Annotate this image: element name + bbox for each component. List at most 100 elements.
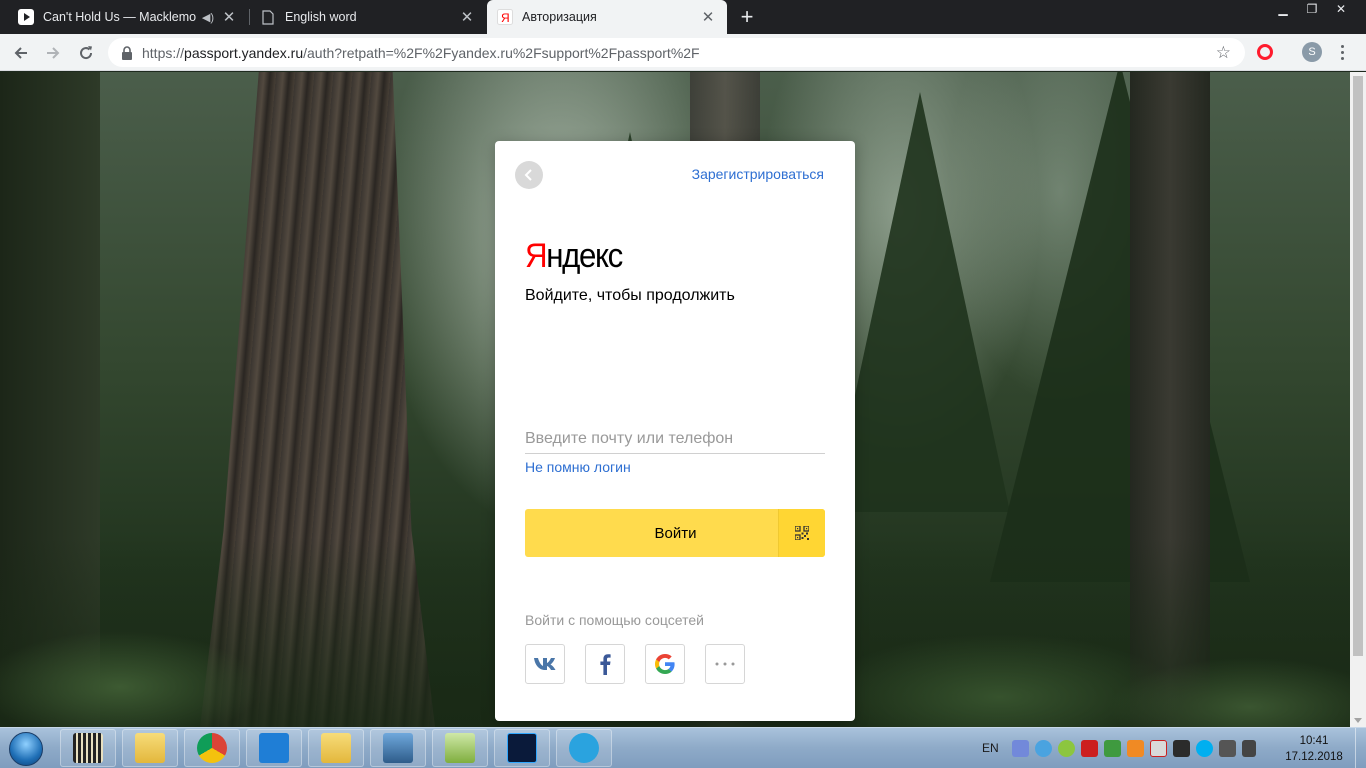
lock-icon — [122, 45, 132, 60]
profile-avatar[interactable]: S — [1302, 42, 1322, 62]
clock-time: 10:41 — [1299, 735, 1329, 747]
more-social-button[interactable] — [705, 644, 745, 684]
tab-title: Can't Hold Us — Macklemore — [43, 10, 196, 24]
scrollbar-thumb[interactable] — [1353, 76, 1363, 656]
social-login-row — [525, 644, 745, 684]
taskbar-app[interactable] — [60, 729, 116, 767]
close-icon[interactable]: ✕ — [699, 8, 717, 26]
speaker-icon[interactable]: ◀) — [202, 11, 214, 24]
tab-title: English word — [285, 10, 357, 24]
taskbar-app[interactable] — [308, 729, 364, 767]
facebook-login-button[interactable] — [585, 644, 625, 684]
close-icon[interactable]: ✕ — [458, 8, 476, 26]
page-subtitle: Войдите, чтобы продолжить — [525, 287, 735, 304]
vk-icon — [534, 658, 556, 670]
image-viewer-icon — [383, 733, 413, 763]
start-button[interactable] — [4, 729, 48, 768]
folder-icon — [135, 733, 165, 763]
monitor-icon[interactable] — [1173, 739, 1190, 757]
battery-icon[interactable] — [1219, 739, 1236, 757]
svg-text:Я: Я — [501, 11, 510, 25]
google-login-button[interactable] — [645, 644, 685, 684]
background-tree — [830, 92, 1010, 512]
social-login-title: Войти с помощью соцсетей — [525, 612, 704, 628]
windows-logo-icon — [9, 732, 43, 766]
facebook-icon — [600, 654, 611, 675]
tab-authorization[interactable]: Я Авторизация ✕ — [487, 0, 727, 34]
taskbar-app[interactable] — [432, 729, 488, 767]
show-desktop-button[interactable] — [1355, 728, 1366, 768]
yandex-logo: Яндекс — [525, 237, 623, 276]
background-tree — [990, 72, 1250, 582]
opera-extension-icon[interactable] — [1257, 44, 1273, 60]
chevron-left-icon — [524, 169, 532, 181]
system-tray — [1012, 728, 1256, 768]
windows-taskbar: EN 10:41 17.12.2018 — [0, 727, 1366, 768]
close-icon[interactable]: ✕ — [220, 8, 238, 26]
browser-tab-strip: Can't Hold Us — Macklemore ◀) ✕ English … — [0, 0, 1366, 34]
reload-button[interactable] — [73, 40, 99, 66]
tab-english-word[interactable]: English word ✕ — [250, 0, 486, 34]
photoshop-icon — [507, 733, 537, 763]
chrome-icon — [197, 733, 227, 763]
login-card: Зарегистрироваться Яндекс Войдите, чтобы… — [495, 141, 855, 721]
taskbar-app[interactable] — [370, 729, 426, 767]
register-link[interactable]: Зарегистрироваться — [692, 166, 824, 182]
bookmark-star-icon[interactable]: ☆ — [1216, 43, 1231, 63]
close-window-button[interactable]: ✕ — [1326, 0, 1356, 18]
glasses-icon[interactable] — [1127, 739, 1144, 757]
network-globe-icon[interactable] — [1035, 739, 1052, 757]
document-icon — [260, 9, 276, 25]
language-indicator[interactable]: EN — [982, 728, 999, 768]
media-app-icon — [73, 733, 103, 763]
tab-music[interactable]: Can't Hold Us — Macklemore ◀) ✕ — [8, 0, 248, 34]
arrow-left-icon — [14, 47, 27, 59]
forward-nav-button[interactable] — [40, 40, 66, 66]
taskbar-app[interactable] — [122, 729, 178, 767]
url-scheme: https:// — [142, 44, 185, 61]
submit-group: Войти — [525, 509, 825, 557]
check-icon[interactable] — [1104, 739, 1121, 757]
clock-app-icon[interactable] — [1058, 739, 1075, 757]
browser-toolbar: https://passport.yandex.ru/auth?retpath=… — [0, 34, 1366, 71]
browser-menu-icon[interactable] — [1336, 40, 1348, 64]
taskbar-app[interactable] — [184, 729, 240, 767]
tab-title: Авторизация — [522, 10, 597, 24]
logo-rest: ндекс — [546, 237, 623, 275]
scroll-down-icon[interactable] — [1354, 718, 1362, 723]
qr-code-button[interactable] — [778, 509, 825, 557]
google-icon — [655, 654, 675, 674]
arrow-right-icon — [47, 47, 60, 59]
system-clock[interactable]: 10:41 17.12.2018 — [1281, 733, 1347, 765]
restore-button[interactable]: ❐ — [1297, 0, 1327, 18]
telegram-icon — [569, 733, 599, 763]
address-bar[interactable]: https://passport.yandex.ru/auth?retpath=… — [108, 38, 1245, 67]
reload-icon — [80, 46, 93, 60]
adobe-icon[interactable] — [1081, 739, 1098, 757]
taskbar-app[interactable] — [246, 729, 302, 767]
more-icon — [715, 662, 735, 666]
url-host: passport.yandex.ru — [184, 44, 304, 61]
warning-x-icon[interactable] — [1150, 739, 1167, 757]
play-icon — [18, 9, 34, 25]
taskbar-app[interactable] — [556, 729, 612, 767]
url-path: /auth?retpath=%2F%2Fyandex.ru%2Fsupport%… — [303, 44, 700, 61]
discord-icon[interactable] — [1012, 739, 1029, 757]
minimize-button[interactable]: ▁ — [1268, 0, 1298, 18]
yandex-favicon-icon: Я — [497, 9, 513, 25]
logo-first-letter: Я — [525, 237, 548, 275]
vscode-icon — [259, 733, 289, 763]
skype-icon[interactable] — [1196, 739, 1213, 757]
new-tab-button[interactable]: + — [734, 4, 760, 29]
back-button[interactable] — [515, 161, 543, 189]
clock-date: 17.12.2018 — [1285, 751, 1343, 763]
volume-icon[interactable] — [1242, 739, 1256, 757]
login-input[interactable] — [525, 424, 825, 454]
taskbar-app[interactable] — [494, 729, 550, 767]
notepad-icon — [445, 733, 475, 763]
forgot-login-link[interactable]: Не помню логин — [525, 459, 631, 475]
page-scrollbar[interactable] — [1350, 72, 1366, 727]
login-submit-button[interactable]: Войти — [525, 509, 778, 557]
vk-login-button[interactable] — [525, 644, 565, 684]
back-nav-button[interactable] — [8, 40, 34, 66]
